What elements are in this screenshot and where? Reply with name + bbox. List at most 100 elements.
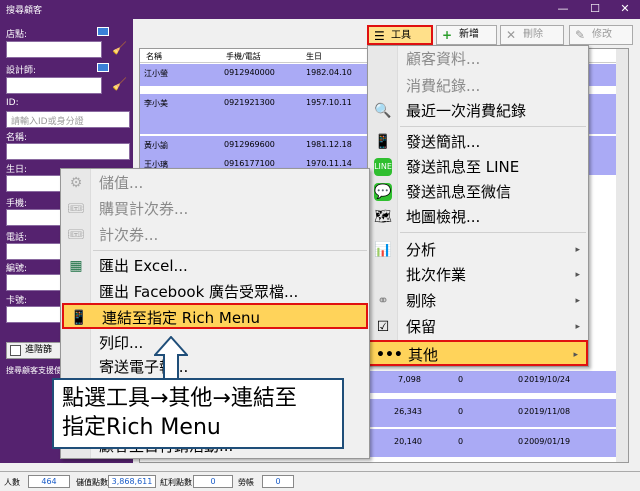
row-visits: 0 <box>518 407 524 416</box>
menu-item-customer-info[interactable]: 顧客資料... <box>368 46 588 72</box>
number-input[interactable] <box>6 274 66 291</box>
id-input[interactable]: 請輸入ID或身分證 <box>6 111 130 128</box>
bonus-label: 紅利點數 <box>160 478 192 487</box>
more-dots-icon: ••• <box>376 347 403 363</box>
annotation-arrow-icon <box>154 336 188 380</box>
id-label: ID: <box>6 98 19 108</box>
menu-item-exclude[interactable]: ⚭ 剔除 ▸ <box>368 288 588 314</box>
bonus-value: 0 <box>193 475 233 488</box>
menu-item-send-wechat[interactable]: 💬 發送訊息至微信 <box>368 179 588 205</box>
submenu-arrow-icon: ▸ <box>573 350 578 360</box>
designer-field[interactable] <box>6 77 102 94</box>
row-date: 2019/11/08 <box>524 407 571 416</box>
row-name: 黃小諭 <box>144 141 168 150</box>
search-person-icon: 🔍 <box>374 103 392 119</box>
menu-item-analysis[interactable]: 📊 分析 ▸ <box>368 237 588 263</box>
row-bonus: 0 <box>458 375 464 384</box>
row-birthday: 1981.12.18 <box>306 140 352 149</box>
ticket-icon: 🎟 <box>67 227 85 243</box>
row-date: 2009/01/19 <box>524 437 571 446</box>
store-label: 店點: <box>6 30 28 40</box>
menu-item-last-purchase[interactable]: 🔍 最近一次消費紀錄 <box>368 98 588 124</box>
store-field[interactable] <box>6 41 102 58</box>
maximize-button[interactable]: ☐ <box>580 0 610 19</box>
phone-label: 電話: <box>6 233 28 243</box>
designer-label: 設計師: <box>6 66 37 76</box>
advanced-filter-label: 進階篩 <box>25 345 53 355</box>
line-icon: LINE <box>374 158 392 176</box>
clear-store-icon[interactable]: 🧹 <box>112 41 127 55</box>
name-input[interactable] <box>6 143 130 160</box>
submenu-arrow-icon: ▸ <box>575 270 580 280</box>
delete-icon: ✕ <box>506 28 517 42</box>
instruction-callout: 點選工具→其他→連結至 指定Rich Menu <box>52 378 344 449</box>
row-points: 7,098 <box>398 375 421 384</box>
callout-line-2: 指定Rich Menu <box>62 415 221 440</box>
birthday-label: 生日: <box>6 165 28 175</box>
row-date: 2019/10/24 <box>524 375 571 384</box>
circles-icon: ⚭ <box>377 293 389 309</box>
delete-button[interactable]: ✕ 刪除 <box>500 25 564 45</box>
menu-item-buy-tickets[interactable]: 🎟 購買計次券... <box>61 196 369 222</box>
close-button[interactable]: ✕ <box>610 0 640 19</box>
menu-item-purchase-history[interactable]: 消費紀錄... <box>368 73 588 99</box>
row-phone: 0921921300 <box>224 98 275 107</box>
tools-label: 工具 <box>391 30 411 41</box>
menu-item-send-newsletter[interactable]: 寄送電子報... <box>61 354 369 380</box>
number-label: 編號: <box>6 264 28 274</box>
row-bonus: 0 <box>458 437 464 446</box>
minimize-button[interactable]: — <box>548 0 578 19</box>
tools-button[interactable]: ☰ 工具 <box>367 25 433 45</box>
name-label: 名稱: <box>6 133 28 143</box>
menu-item-send-sms[interactable]: 📱 發送簡訊... <box>368 129 588 155</box>
excel-icon: ▦ <box>69 258 83 274</box>
column-header[interactable]: 生日 <box>306 51 322 62</box>
status-bar: 人數 464 儲值點數 3,868,611 紅利點數 0 勞帳 0 <box>0 471 640 491</box>
store-picker-icon[interactable] <box>97 27 109 36</box>
submenu-arrow-icon: ▸ <box>575 245 580 255</box>
callout-line-1: 點選工具→其他→連結至 <box>62 386 297 411</box>
row-birthday: 1982.04.10 <box>306 68 352 77</box>
menu-item-top-up[interactable]: ⚙ 儲值... <box>61 170 369 196</box>
vertical-scrollbar[interactable] <box>616 49 628 462</box>
menu-item-tickets[interactable]: 🎟 計次券... <box>61 222 369 248</box>
toolbar: ☰ 工具 + 新增 ✕ 刪除 ✎ 修改 <box>133 19 640 47</box>
row-name: 李小美 <box>144 99 168 108</box>
checkbox-icon: ☑ <box>376 319 390 335</box>
delete-label: 刪除 <box>523 29 543 40</box>
card-label: 卡號: <box>6 296 28 306</box>
submenu-arrow-icon: ▸ <box>575 322 580 332</box>
mobile-input[interactable] <box>6 209 66 226</box>
column-header[interactable]: 手機/電話 <box>226 51 261 62</box>
menu-item-batch[interactable]: 批次作業 ▸ <box>368 262 588 288</box>
card-input[interactable] <box>6 306 66 323</box>
designer-picker-icon[interactable] <box>97 63 109 72</box>
row-visits: 0 <box>518 375 524 384</box>
row-phone: 0912940000 <box>224 68 275 77</box>
add-button[interactable]: + 新增 <box>436 25 497 45</box>
points-value: 3,868,611 <box>108 475 156 488</box>
menu-item-other[interactable]: ••• 其他 ▸ <box>368 340 588 366</box>
pencil-icon: ✎ <box>575 28 586 42</box>
menu-item-link-rich-menu[interactable]: 📱 連結至指定 Rich Menu <box>62 303 368 329</box>
menu-item-export-facebook[interactable]: 匯出 Facebook 廣告受眾檔... <box>61 279 369 305</box>
count-value: 464 <box>28 475 70 488</box>
menu-item-export-excel[interactable]: ▦ 匯出 Excel... <box>61 253 369 279</box>
menu-item-map-view[interactable]: 🗺 地圖檢視... <box>368 204 588 230</box>
birthday-input[interactable] <box>6 175 66 192</box>
wechat-icon: 💬 <box>374 183 392 201</box>
row-phone: 0916177100 <box>224 159 275 168</box>
column-header[interactable]: 名稱 <box>146 51 162 62</box>
menu-item-keep[interactable]: ☑ 保留 ▸ <box>368 314 588 340</box>
clear-designer-icon[interactable]: 🧹 <box>112 77 127 91</box>
edit-button[interactable]: ✎ 修改 <box>569 25 633 45</box>
menu-item-send-line[interactable]: LINE 發送訊息至 LINE <box>368 154 588 180</box>
phone-input[interactable] <box>6 243 66 260</box>
phone-sms-icon: 📱 <box>374 134 392 150</box>
visits-label: 勞帳 <box>238 478 254 487</box>
menu-item-print[interactable]: 列印... <box>61 330 369 356</box>
plus-icon: + <box>442 28 453 42</box>
filter-icon <box>10 345 21 356</box>
tools-icon: ☰ <box>374 29 385 43</box>
window-title: 搜尋顧客 <box>6 6 43 16</box>
